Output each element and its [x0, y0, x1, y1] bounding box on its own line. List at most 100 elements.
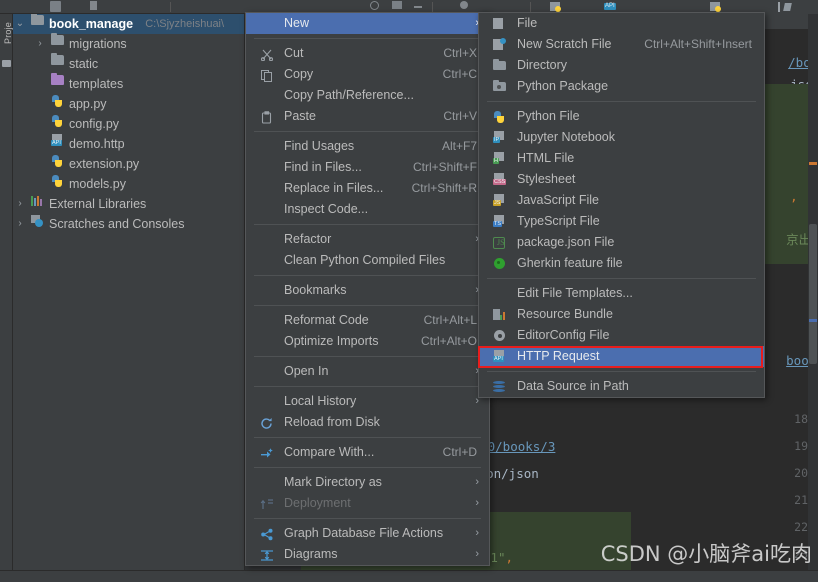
html-file-icon: H: [493, 152, 507, 165]
tree-item-label: External Libraries: [49, 197, 147, 211]
menu-item-label: Stylesheet: [517, 172, 576, 186]
menu-item-label: Compare With...: [284, 445, 375, 459]
menu-item-resource-bundle[interactable]: Resource Bundle: [479, 304, 764, 325]
menu-item-http-request[interactable]: API HTTP Request: [479, 346, 764, 367]
chevron-right-icon[interactable]: ›: [35, 34, 45, 54]
menu-item-javascript-file[interactable]: JS JavaScript File: [479, 190, 764, 211]
line-number: 19: [794, 439, 808, 453]
menu-item-typescript-file[interactable]: TS TypeScript File: [479, 211, 764, 232]
tree-item-migrations[interactable]: › migrations: [13, 33, 244, 54]
project-tree-panel[interactable]: ⌄ book_manage C:\Sjyzheishuai\ › migrations s…: [13, 14, 245, 570]
menu-item-shortcut: Ctrl+Shift+F: [412, 160, 477, 174]
tree-item-extension-py[interactable]: extension.py: [13, 154, 244, 174]
new-submenu[interactable]: File New Scratch File Ctrl+Alt+Shift+Inser…: [478, 12, 765, 398]
project-tool-label: Proje: [3, 21, 13, 44]
search-icon[interactable]: [460, 1, 468, 9]
tree-item-config-py[interactable]: config.py: [13, 114, 244, 134]
menu-item-label: Resource Bundle: [517, 307, 613, 321]
scrollbar-thumb[interactable]: [809, 224, 817, 364]
chevron-right-icon[interactable]: ›: [15, 214, 25, 234]
chevron-right-icon: ›: [475, 548, 479, 560]
menu-item-deployment[interactable]: Deployment ›: [246, 493, 489, 514]
tree-item-external-libraries[interactable]: › External Libraries: [13, 194, 244, 214]
menu-item-local-history[interactable]: Local History ›: [246, 391, 489, 412]
menu-item-optimize-imports[interactable]: Optimize Imports Ctrl+Alt+O: [246, 331, 489, 352]
structure-tool-icon[interactable]: [2, 60, 11, 67]
ts-file-icon: TS: [493, 215, 507, 228]
chevron-right-icon[interactable]: ›: [15, 194, 25, 214]
menu-item-find-in-files[interactable]: Find in Files... Ctrl+Shift+F: [246, 157, 489, 178]
menu-item-jupyter-notebook[interactable]: IP Jupyter Notebook: [479, 127, 764, 148]
open-folder-icon[interactable]: [50, 1, 61, 12]
editor-vertical-scrollbar[interactable]: [808, 14, 818, 570]
info-marker[interactable]: [809, 319, 817, 322]
tree-item-models-py[interactable]: models.py: [13, 174, 244, 194]
menu-item-label: Mark Directory as: [284, 475, 382, 489]
run-config-icon[interactable]: [370, 1, 379, 10]
tree-item-templates[interactable]: templates: [13, 73, 244, 94]
context-menu[interactable]: New› CutCtrl+XCopyCtrl+CCopy Path/Referen…: [245, 12, 490, 566]
menu-item-reload-from-disk[interactable]: Reload from Disk: [246, 412, 489, 433]
menu-item-edit-file-templates[interactable]: Edit File Templates...: [479, 283, 764, 304]
menu-item-copy-path-reference[interactable]: Copy Path/Reference...: [246, 85, 489, 106]
menu-item-html-file[interactable]: H HTML File: [479, 148, 764, 169]
status-bar: [0, 570, 818, 582]
menu-item-reformat-code[interactable]: Reformat Code Ctrl+Alt+L: [246, 310, 489, 331]
menu-item-open-in[interactable]: Open In›: [246, 361, 489, 382]
menu-item-editorconfig-file[interactable]: EditorConfig File: [479, 325, 764, 346]
build-icon[interactable]: [392, 1, 402, 9]
menu-item-new[interactable]: New›: [246, 13, 489, 34]
tree-item-app-py[interactable]: app.py: [13, 94, 244, 114]
warning-marker[interactable]: [809, 162, 817, 165]
menu-item-compare-with[interactable]: Compare With... Ctrl+D: [246, 442, 489, 463]
tree-item-label: Scratches and Consoles: [49, 217, 185, 231]
diagram-icon: [260, 548, 274, 561]
minimize-icon[interactable]: [414, 6, 422, 8]
menu-item-directory[interactable]: Directory: [479, 55, 764, 76]
menu-item-file[interactable]: File: [479, 13, 764, 34]
menu-item-bookmarks[interactable]: Bookmarks›: [246, 280, 489, 301]
menu-item-cut[interactable]: Cut Ctrl+X: [246, 43, 489, 64]
menu-item-diagrams[interactable]: Diagrams ›: [246, 544, 489, 565]
menu-item-label: New Scratch File: [517, 37, 612, 51]
js-file-icon: JS: [493, 194, 507, 207]
cucumber-icon: [493, 257, 507, 270]
menu-item-graph-database-file-actions[interactable]: Graph Database File Actions ›: [246, 523, 489, 544]
python-package-icon: [493, 80, 507, 93]
menu-item-inspect-code[interactable]: Inspect Code...: [246, 199, 489, 220]
menu-item-label: Open In: [284, 364, 329, 378]
chevron-right-icon: ›: [475, 527, 479, 539]
menu-item-find-usages[interactable]: Find Usages Alt+F7: [246, 136, 489, 157]
tree-item-demo-http[interactable]: API demo.http: [13, 134, 244, 154]
menu-item-stylesheet[interactable]: CSS Stylesheet: [479, 169, 764, 190]
menu-item-python-package[interactable]: Python Package: [479, 76, 764, 97]
menu-item-clean-python-compiled-files[interactable]: Clean Python Compiled Files: [246, 250, 489, 271]
menu-separator: [487, 101, 756, 102]
menu-item-python-file[interactable]: Python File: [479, 106, 764, 127]
tab-more[interactable]: [770, 0, 810, 14]
menu-item-new-scratch-file[interactable]: New Scratch File Ctrl+Alt+Shift+Insert: [479, 34, 764, 55]
left-tool-window-bar: Proje: [0, 14, 13, 582]
nodejs-icon: JS: [493, 236, 507, 249]
menu-item-label: Python File: [517, 109, 580, 123]
menu-item-package-json-file[interactable]: JS package.json File: [479, 232, 764, 253]
menu-item-data-source-in-path[interactable]: Data Source in Path: [479, 376, 764, 397]
copy-icon: [260, 68, 274, 82]
http-file-icon: API: [51, 134, 65, 154]
project-tool-button[interactable]: Proje: [0, 16, 13, 62]
tree-item-static[interactable]: static: [13, 53, 244, 74]
tree-item-scratches-and-consoles[interactable]: › Scratches and Consoles: [13, 214, 244, 234]
tree-item-label: static: [69, 57, 99, 71]
toolbar-divider-2: [432, 2, 433, 12]
menu-item-replace-in-files[interactable]: Replace in Files... Ctrl+Shift+R: [246, 178, 489, 199]
line-number: 22: [794, 520, 808, 534]
menu-item-copy[interactable]: Copy Ctrl+C: [246, 64, 489, 85]
scratches-icon: [31, 214, 45, 234]
save-icon[interactable]: [90, 1, 97, 10]
tree-item-book-manage[interactable]: ⌄ book_manage C:\Sjyzheishuai\: [13, 14, 244, 34]
menu-item-gherkin-feature-file[interactable]: Gherkin feature file: [479, 253, 764, 274]
menu-item-mark-directory-as[interactable]: Mark Directory as ›: [246, 472, 489, 493]
menu-item-refactor[interactable]: Refactor›: [246, 229, 489, 250]
menu-item-paste[interactable]: Paste Ctrl+V: [246, 106, 489, 127]
chevron-down-icon[interactable]: ⌄: [15, 14, 25, 34]
